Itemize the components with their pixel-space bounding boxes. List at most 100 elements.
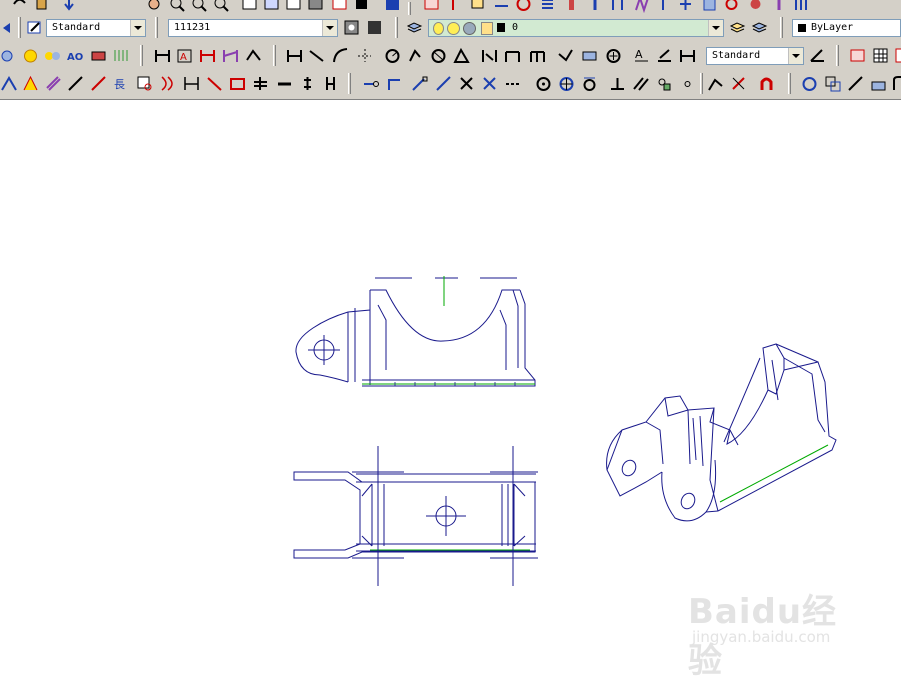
layer-filter-icon[interactable] bbox=[365, 18, 384, 37]
dim-aligned-icon[interactable] bbox=[307, 46, 326, 65]
frame-icon[interactable] bbox=[893, 46, 901, 65]
intersection-icon[interactable] bbox=[457, 74, 476, 93]
arc-draw-icon[interactable] bbox=[0, 74, 19, 93]
bearing-icon[interactable] bbox=[700, 0, 719, 13]
fork-icon[interactable] bbox=[608, 0, 627, 13]
layer-state-combo[interactable]: 111231 bbox=[168, 19, 338, 37]
gear-settings-icon[interactable] bbox=[0, 46, 19, 65]
arrow-icon[interactable] bbox=[0, 18, 19, 37]
library-icon[interactable] bbox=[422, 0, 441, 13]
markup-icon[interactable] bbox=[330, 0, 349, 13]
bulb-icon[interactable] bbox=[433, 22, 444, 35]
pan-icon[interactable] bbox=[145, 0, 164, 13]
text-icon[interactable] bbox=[468, 0, 487, 13]
arrow-down-icon[interactable] bbox=[60, 0, 79, 13]
layer-previous-icon[interactable] bbox=[750, 18, 769, 37]
gear-icon[interactable] bbox=[722, 0, 741, 13]
undo-icon[interactable] bbox=[10, 0, 29, 13]
list-icon[interactable] bbox=[538, 0, 557, 13]
calculator-icon[interactable] bbox=[352, 0, 371, 13]
dim-arc-icon[interactable] bbox=[331, 46, 350, 65]
multiline-icon[interactable] bbox=[44, 74, 63, 93]
toolbar-grip[interactable] bbox=[273, 45, 276, 66]
dim-style-combo[interactable]: Standard bbox=[706, 47, 804, 65]
aligned-dimension-icon[interactable] bbox=[244, 46, 263, 65]
perpendicular-icon[interactable] bbox=[608, 74, 627, 93]
node-snap-icon[interactable] bbox=[678, 74, 697, 93]
chevron-down-icon[interactable] bbox=[788, 48, 803, 64]
snap-none-icon[interactable] bbox=[729, 74, 748, 93]
center-snap-icon[interactable] bbox=[534, 74, 553, 93]
endpoint-icon[interactable] bbox=[410, 74, 429, 93]
bolt-icon[interactable] bbox=[562, 0, 581, 13]
scale-icon[interactable] bbox=[846, 74, 865, 93]
wave-icon[interactable] bbox=[792, 0, 811, 13]
dim-angular-icon[interactable] bbox=[452, 46, 471, 65]
cross-icon[interactable] bbox=[676, 0, 695, 13]
quick-dim-icon[interactable] bbox=[480, 46, 499, 65]
center-mark-icon[interactable] bbox=[604, 46, 623, 65]
baseline-dimension-icon[interactable] bbox=[221, 46, 240, 65]
toolbar-grip[interactable] bbox=[408, 2, 411, 15]
spring-icon[interactable] bbox=[632, 0, 651, 13]
rule-icon[interactable] bbox=[492, 0, 511, 13]
extension-icon[interactable] bbox=[504, 74, 523, 93]
apparent-intersection-icon[interactable] bbox=[480, 74, 499, 93]
stretch-icon[interactable] bbox=[298, 74, 317, 93]
isometric-view[interactable] bbox=[606, 343, 837, 522]
dim-jogged-icon[interactable] bbox=[406, 46, 425, 65]
midpoint-icon[interactable] bbox=[434, 74, 453, 93]
dim-baseline-icon[interactable] bbox=[503, 46, 522, 65]
library-icon[interactable] bbox=[848, 46, 867, 65]
chevron-down-icon[interactable] bbox=[322, 20, 337, 36]
dim-linear-icon[interactable] bbox=[285, 46, 304, 65]
toolbar-grip[interactable] bbox=[155, 17, 158, 38]
magnet-icon[interactable] bbox=[757, 74, 776, 93]
tangent-icon[interactable] bbox=[580, 74, 599, 93]
toolbar-grip[interactable] bbox=[395, 17, 398, 38]
leader-icon[interactable] bbox=[556, 46, 575, 65]
dim-diameter-icon[interactable] bbox=[429, 46, 448, 65]
zoom-window-icon[interactable] bbox=[190, 0, 209, 13]
properties-icon[interactable] bbox=[240, 0, 259, 13]
circle-yellow-icon[interactable] bbox=[21, 46, 40, 65]
dim-ordinate-icon[interactable] bbox=[355, 46, 374, 65]
pencil-icon[interactable] bbox=[770, 0, 789, 13]
rectangle-icon[interactable] bbox=[228, 74, 247, 93]
parallel-icon[interactable] bbox=[631, 74, 650, 93]
toolbar-grip[interactable] bbox=[780, 17, 783, 38]
key-icon[interactable] bbox=[586, 0, 605, 13]
fillet-icon[interactable] bbox=[891, 74, 901, 93]
zoom-previous-icon[interactable] bbox=[212, 0, 231, 13]
tolerance-icon[interactable] bbox=[580, 46, 599, 65]
no-entry-icon[interactable] bbox=[514, 0, 533, 13]
dim-edit-icon[interactable]: A bbox=[632, 46, 651, 65]
linear-dimension-icon[interactable] bbox=[153, 46, 172, 65]
toolbar-grip[interactable] bbox=[140, 45, 143, 66]
construction-line-icon[interactable] bbox=[66, 74, 85, 93]
dim-style-manager-icon[interactable] bbox=[808, 46, 827, 65]
paste-icon[interactable] bbox=[32, 0, 51, 13]
layer-properties-icon[interactable] bbox=[405, 18, 424, 37]
quadrant-icon[interactable] bbox=[557, 74, 576, 93]
arc-pair-icon[interactable] bbox=[158, 74, 177, 93]
chevron-down-icon[interactable] bbox=[708, 20, 723, 36]
toolbar-grip[interactable] bbox=[18, 17, 21, 38]
top-view[interactable] bbox=[293, 446, 538, 586]
dim-update-icon[interactable] bbox=[678, 46, 697, 65]
front-view[interactable] bbox=[295, 276, 536, 387]
insert-snap-icon[interactable] bbox=[655, 74, 674, 93]
design-center-icon[interactable] bbox=[262, 0, 281, 13]
toolbar-grip[interactable] bbox=[348, 73, 351, 94]
star-icon[interactable] bbox=[21, 74, 40, 93]
hatch-edit-icon[interactable] bbox=[869, 74, 888, 93]
endpoint-snap-icon[interactable] bbox=[362, 74, 381, 93]
text-dimension-icon[interactable]: A bbox=[175, 46, 194, 65]
zoom-realtime-icon[interactable] bbox=[168, 0, 187, 13]
hatch-icon[interactable] bbox=[89, 46, 108, 65]
toolbar-grip[interactable] bbox=[788, 73, 791, 94]
tool-icon[interactable] bbox=[746, 0, 765, 13]
text-style-icon[interactable] bbox=[25, 18, 44, 37]
rod-icon[interactable] bbox=[654, 0, 673, 13]
tool-palettes-icon[interactable] bbox=[284, 0, 303, 13]
